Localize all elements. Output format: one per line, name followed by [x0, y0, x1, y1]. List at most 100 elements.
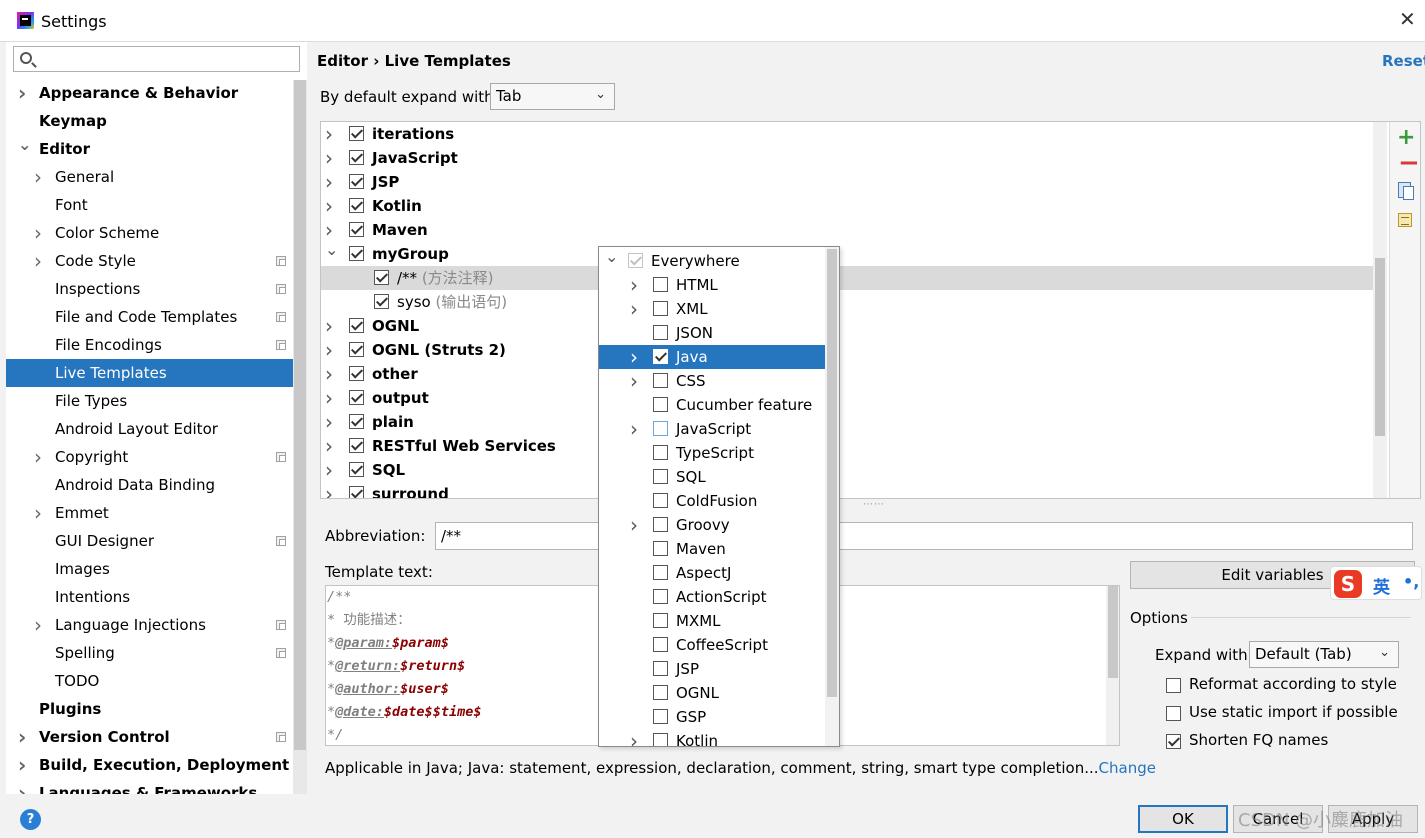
ime-indicator[interactable]: S 英 •, [1330, 566, 1422, 600]
sidebar-item[interactable]: Color Scheme [6, 219, 294, 247]
context-checkbox[interactable] [653, 349, 668, 364]
chevron-down-icon[interactable] [605, 249, 618, 273]
template-checkbox[interactable] [349, 174, 364, 189]
sidebar-item[interactable]: Keymap [6, 107, 294, 135]
sidebar-item[interactable]: Android Data Binding [6, 471, 294, 499]
template-text-scrollbar[interactable] [1106, 586, 1119, 745]
template-group-row[interactable]: plain [321, 410, 1387, 434]
template-checkbox[interactable] [349, 126, 364, 141]
chevron-right-icon[interactable] [325, 386, 333, 412]
template-checkbox[interactable] [349, 390, 364, 405]
restore-defaults-icon[interactable] [1398, 213, 1412, 227]
context-item[interactable]: Java [599, 345, 839, 369]
change-context-link[interactable]: Change [1099, 759, 1156, 777]
context-item[interactable]: Groovy [599, 513, 839, 537]
sidebar-scroll-thumb[interactable] [294, 80, 306, 750]
template-checkbox[interactable] [349, 486, 364, 498]
sidebar-item[interactable]: Appearance & Behavior [6, 79, 294, 107]
chevron-down-icon[interactable] [325, 242, 338, 266]
template-checkbox[interactable] [349, 198, 364, 213]
reset-link[interactable]: Reset [1382, 52, 1425, 70]
context-checkbox[interactable] [653, 373, 668, 388]
context-checkbox[interactable] [653, 445, 668, 460]
context-item[interactable]: SQL [599, 465, 839, 489]
context-popup-scroll-thumb[interactable] [827, 249, 837, 697]
shorten-fq-checkbox[interactable] [1166, 734, 1181, 749]
sidebar-item[interactable]: Spelling [6, 639, 294, 667]
chevron-right-icon[interactable] [325, 122, 333, 148]
sidebar-scrollbar[interactable] [293, 80, 307, 794]
template-group-row[interactable]: RESTful Web Services [321, 434, 1387, 458]
context-item[interactable]: TypeScript [599, 441, 839, 465]
sidebar-item[interactable]: Plugins [6, 695, 294, 723]
template-group-row[interactable]: Kotlin [321, 194, 1387, 218]
sidebar-item[interactable]: Languages & Frameworks [6, 779, 294, 794]
context-item[interactable]: AspectJ [599, 561, 839, 585]
chevron-right-icon[interactable] [325, 410, 333, 436]
chevron-right-icon[interactable] [18, 779, 30, 794]
template-tree-scroll-thumb[interactable] [1375, 258, 1385, 436]
template-row[interactable]: syso (输出语句) [321, 290, 1387, 314]
context-item[interactable]: JSON [599, 321, 839, 345]
sidebar-item[interactable]: Version Control [6, 723, 294, 751]
chevron-right-icon[interactable] [630, 417, 638, 443]
help-button[interactable]: ? [20, 809, 41, 830]
chevron-right-icon[interactable] [630, 297, 638, 323]
chevron-right-icon[interactable] [325, 434, 333, 460]
template-text-scroll-thumb[interactable] [1108, 586, 1118, 678]
chevron-right-icon[interactable] [630, 729, 638, 746]
template-checkbox[interactable] [374, 294, 389, 309]
sidebar-item[interactable]: File and Code Templates [6, 303, 294, 331]
chevron-right-icon[interactable] [630, 345, 638, 371]
context-item[interactable]: GSP [599, 705, 839, 729]
sidebar-item[interactable]: GUI Designer [6, 527, 294, 555]
chevron-right-icon[interactable] [630, 273, 638, 299]
add-template-icon[interactable]: + [1397, 127, 1415, 149]
context-checkbox[interactable] [653, 541, 668, 556]
chevron-right-icon[interactable] [630, 513, 638, 539]
template-group-row[interactable]: JavaScript [321, 146, 1387, 170]
chevron-right-icon[interactable] [325, 362, 333, 388]
template-tree-scrollbar[interactable] [1373, 122, 1387, 498]
template-checkbox[interactable] [374, 270, 389, 285]
template-checkbox[interactable] [349, 150, 364, 165]
sidebar-item[interactable]: Code Style [6, 247, 294, 275]
sidebar-item[interactable]: Intentions [6, 583, 294, 611]
context-item[interactable]: XML [599, 297, 839, 321]
context-item[interactable]: ColdFusion [599, 489, 839, 513]
template-group-row[interactable]: surround [321, 482, 1387, 498]
close-icon[interactable]: ✕ [1399, 9, 1416, 29]
template-group-row[interactable]: myGroup [321, 242, 1387, 266]
context-checkbox[interactable] [653, 493, 668, 508]
context-checkbox[interactable] [653, 613, 668, 628]
template-group-row[interactable]: Maven [321, 218, 1387, 242]
template-checkbox[interactable] [349, 222, 364, 237]
template-group-row[interactable]: other [321, 362, 1387, 386]
context-checkbox[interactable] [653, 469, 668, 484]
context-item[interactable]: Maven [599, 537, 839, 561]
chevron-right-icon[interactable] [325, 338, 333, 364]
sidebar-item[interactable]: Copyright [6, 443, 294, 471]
chevron-right-icon[interactable] [325, 170, 333, 196]
chevron-right-icon[interactable] [630, 369, 638, 395]
sidebar-item[interactable]: Font [6, 191, 294, 219]
template-group-row[interactable]: OGNL [321, 314, 1387, 338]
context-checkbox[interactable] [653, 565, 668, 580]
chevron-down-icon[interactable] [18, 135, 30, 165]
chevron-right-icon[interactable] [325, 458, 333, 484]
chevron-right-icon[interactable] [325, 146, 333, 172]
context-checkbox[interactable] [653, 277, 668, 292]
context-checkbox[interactable] [653, 397, 668, 412]
reformat-checkbox[interactable] [1166, 678, 1181, 693]
abbreviation-input[interactable]: /** [435, 522, 1413, 550]
template-checkbox[interactable] [349, 366, 364, 381]
template-checkbox[interactable] [349, 246, 364, 261]
default-expand-select[interactable]: Tab ⌄ [490, 83, 615, 110]
template-checkbox[interactable] [349, 342, 364, 357]
sidebar-item[interactable]: Live Templates [6, 359, 294, 387]
context-checkbox[interactable] [653, 733, 668, 746]
context-item[interactable]: Kotlin [599, 729, 839, 746]
context-popup-scrollbar[interactable] [825, 247, 839, 746]
context-item[interactable]: Everywhere [599, 249, 839, 273]
chevron-right-icon[interactable] [325, 314, 333, 340]
